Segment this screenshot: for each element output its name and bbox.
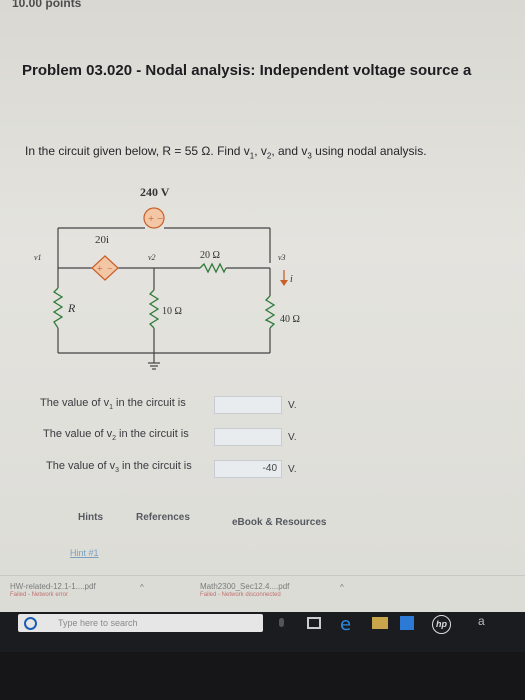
microphone-icon[interactable] [279, 618, 284, 627]
taskbar-search-placeholder: Type here to search [58, 618, 138, 628]
current-label: i [290, 274, 293, 285]
hp-logo-icon[interactable]: hp [432, 615, 451, 634]
v2-unit: V. [288, 432, 297, 443]
v2-input[interactable] [214, 428, 282, 446]
resistor-10-label: 10 Ω [162, 306, 182, 317]
resistor-40-zigzag [264, 295, 276, 329]
download-bar: HW-related-12.1-1....pdf Failed - Networ… [0, 575, 525, 612]
ebook-resources-link[interactable]: eBook & Resources [232, 517, 326, 528]
circuit-svg: + − + − 240 V 20i v1 v2 v3 20 Ω R 10 Ω 4… [34, 185, 300, 370]
v3-unit: V. [288, 464, 297, 475]
download-1-status: Failed - Network error [10, 592, 69, 598]
dep-plus-sign: + [97, 264, 103, 275]
hint-1-link[interactable]: Hint #1 [70, 548, 99, 558]
answer-label-b: in the circuit is [119, 460, 192, 472]
taskbar: Type here to search e hp a [0, 612, 525, 652]
edge-browser-icon[interactable]: e [340, 614, 351, 635]
answer-row-v2: The value of v2 in the circuit is [43, 428, 189, 442]
source-minus-sign: − [157, 213, 163, 225]
v1-input[interactable] [214, 396, 282, 414]
points-label: 10.00 points [12, 0, 82, 10]
browser-page: 10.00 points Problem 03.020 - Nodal anal… [0, 0, 525, 612]
problem-question: In the circuit given below, R = 55 Ω. Fi… [25, 144, 427, 160]
resistor-r-zigzag [52, 287, 64, 329]
question-text-a: In the circuit given below, R = 55 Ω. Fi… [25, 144, 250, 158]
laptop-bezel [0, 652, 525, 700]
store-icon[interactable] [400, 616, 414, 630]
task-view-icon[interactable] [307, 617, 321, 629]
download-2-status: Failed - Network disconnected [200, 592, 281, 598]
current-arrow-head [280, 280, 288, 286]
download-1-name[interactable]: HW-related-12.1-1....pdf [10, 582, 96, 591]
source-voltage-label: 240 V [140, 185, 170, 199]
references-link[interactable]: References [136, 512, 190, 523]
v3-input[interactable]: -40 [214, 460, 282, 478]
node-v2-label: v2 [148, 253, 156, 262]
dependent-source-symbol [91, 255, 119, 281]
answer-label-b: in the circuit is [116, 428, 189, 440]
circuit-diagram: + − + − 240 V 20i v1 v2 v3 20 Ω R 10 Ω 4… [20, 178, 350, 388]
node-v3-label: v3 [278, 253, 286, 262]
cortana-circle-icon [24, 617, 37, 630]
resistor-40-label: 40 Ω [280, 314, 300, 325]
node-v1-label: v1 [34, 253, 42, 262]
answer-label-a: The value of v [46, 460, 116, 472]
download-2-chevron-icon[interactable]: ^ [340, 583, 344, 592]
resistor-10-zigzag [148, 289, 160, 329]
resistor-20-zigzag [199, 262, 227, 274]
answer-row-v3: The value of v3 in the circuit is [46, 460, 192, 474]
resistor-20-label: 20 Ω [200, 250, 220, 261]
question-text-b: , v [254, 144, 267, 158]
answer-label-b: in the circuit is [113, 397, 186, 409]
answer-row-v1: The value of v1 in the circuit is [40, 397, 186, 411]
question-text-d: using nodal analysis. [311, 144, 427, 158]
circuit-wires [57, 227, 271, 370]
source-plus-sign: + [148, 213, 154, 225]
answer-label-a: The value of v [40, 397, 110, 409]
download-1-chevron-icon[interactable]: ^ [140, 583, 144, 592]
dep-minus-sign: − [107, 264, 113, 275]
problem-title: Problem 03.020 - Nodal analysis: Indepen… [22, 62, 472, 79]
resistor-r-label: R [67, 301, 76, 315]
file-explorer-icon[interactable] [372, 617, 388, 629]
v1-unit: V. [288, 400, 297, 411]
download-2-name[interactable]: Math2300_Sec12.4....pdf [200, 582, 289, 591]
dependent-source-label: 20i [95, 234, 109, 246]
taskbar-extra-label: a [478, 614, 485, 628]
question-text-c: , and v [271, 144, 308, 158]
taskbar-search-box[interactable]: Type here to search [18, 614, 284, 632]
answer-label-a: The value of v [43, 428, 113, 440]
hints-link[interactable]: Hints [78, 512, 103, 523]
